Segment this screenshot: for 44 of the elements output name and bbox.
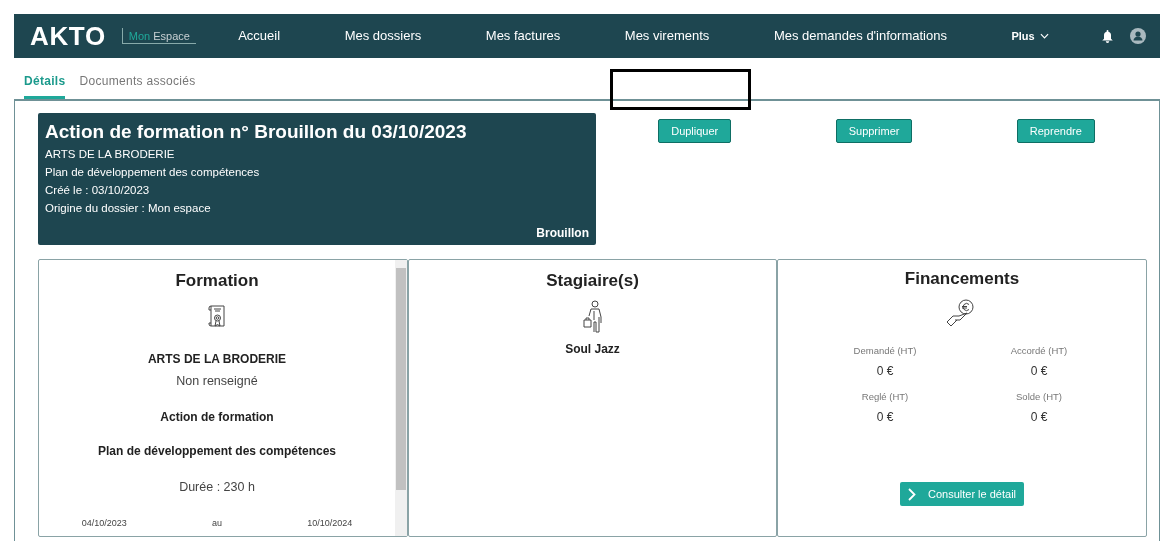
dossier-info-line: Créé le : 03/10/2023 bbox=[45, 183, 151, 198]
bell-icon[interactable] bbox=[1101, 29, 1114, 43]
scrollbar[interactable] bbox=[395, 260, 407, 536]
stagiaire-name: Soul Jazz bbox=[565, 340, 620, 358]
dossier-info-line: Plan de développement des compétences bbox=[45, 165, 261, 180]
card-title: Stagiaire(s) bbox=[546, 270, 639, 292]
card-title: Financements bbox=[904, 268, 1020, 290]
card-title: Formation bbox=[175, 270, 259, 292]
person-with-bag-icon bbox=[581, 299, 604, 334]
amount-label: Accordé (HT) bbox=[1010, 343, 1068, 358]
user-avatar-icon[interactable] bbox=[1130, 28, 1146, 44]
nav-link[interactable]: Mes factures bbox=[485, 26, 561, 46]
amount-value: 0 € bbox=[876, 362, 894, 380]
chevron-right-icon bbox=[907, 487, 916, 501]
space-label: Espace bbox=[153, 29, 190, 43]
tab[interactable]: Documents associés bbox=[79, 72, 196, 99]
duree-text: Durée : 230 h bbox=[179, 479, 255, 497]
scrollbar-thumb[interactable] bbox=[396, 268, 406, 490]
dossier-info-line: Origine du dossier : Mon espace bbox=[45, 201, 212, 216]
amount-value: 0 € bbox=[1030, 409, 1048, 426]
dossier-title: Action de formation n° Brouillon du 03/10/2023 bbox=[45, 120, 468, 144]
amount-label: Solde (HT) bbox=[1016, 389, 1062, 404]
amount-value: 0 € bbox=[1030, 362, 1048, 380]
date-separator: au bbox=[212, 516, 222, 530]
start-date: 04/10/2023 bbox=[81, 516, 127, 530]
certificate-icon bbox=[207, 303, 227, 330]
amount-label: Demandé (HT) bbox=[853, 343, 917, 358]
plus-menu-button[interactable]: Plus bbox=[1011, 27, 1049, 45]
end-date: 10/10/2024 bbox=[307, 516, 353, 530]
dossier-info-line: ARTS DE LA BRODERIE bbox=[45, 147, 176, 162]
organisme-name: ARTS DE LA BRODERIE bbox=[147, 350, 287, 368]
lieu-text: Non renseigné bbox=[176, 372, 258, 390]
amount-label: Reglé (HT) bbox=[861, 389, 909, 404]
amount-value: 0 € bbox=[876, 409, 894, 426]
status-label: Brouillon bbox=[536, 225, 589, 242]
nav-link[interactable]: Mes virements bbox=[624, 26, 710, 46]
chevron-down-icon bbox=[1039, 33, 1049, 39]
dispositif-label: Plan de développement des compétences bbox=[97, 443, 337, 461]
type-label: Action de formation bbox=[160, 409, 274, 427]
nav-link[interactable]: Accueil bbox=[238, 26, 281, 46]
space-label: Mon bbox=[128, 29, 151, 43]
nav-link[interactable]: Mes dossiers bbox=[344, 26, 422, 46]
logo[interactable]: AKTO bbox=[30, 16, 106, 56]
nav-link[interactable]: Mes demandes d'informations bbox=[773, 26, 947, 46]
